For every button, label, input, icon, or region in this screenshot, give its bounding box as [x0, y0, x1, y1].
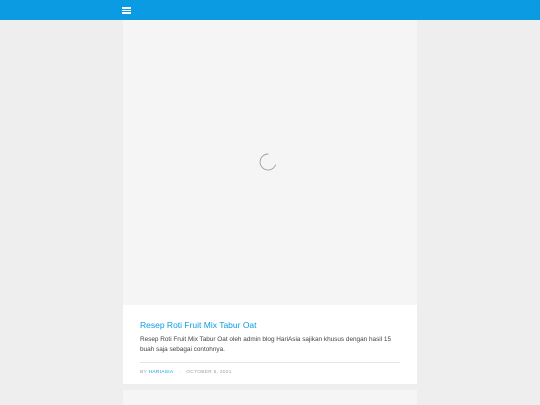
post-excerpt: Resep Roti Fruit Mix Tabur Oat oleh admi…	[140, 336, 392, 354]
menu-bar-line	[122, 12, 131, 14]
post-title-link[interactable]: Resep Roti Fruit Mix Tabur Oat	[140, 320, 257, 330]
top-navbar	[0, 0, 540, 20]
post-meta: BY HARIASIA - OCTOBER 5, 2021	[140, 370, 232, 375]
author-link[interactable]: HARIASIA	[149, 370, 174, 375]
meta-separator: -	[178, 370, 181, 375]
post-card: Resep Roti Fruit Mix Tabur Oat Resep Rot…	[123, 20, 417, 384]
post-thumbnail[interactable]	[123, 20, 417, 305]
menu-bar-line	[122, 7, 131, 9]
next-post-card[interactable]	[123, 390, 417, 405]
hamburger-menu-icon[interactable]	[119, 4, 135, 16]
divider	[140, 362, 400, 363]
post-date: OCTOBER 5, 2021	[186, 370, 232, 375]
loading-spinner-icon	[259, 153, 276, 171]
by-label: BY	[140, 370, 147, 375]
menu-bar-line	[122, 9, 131, 11]
